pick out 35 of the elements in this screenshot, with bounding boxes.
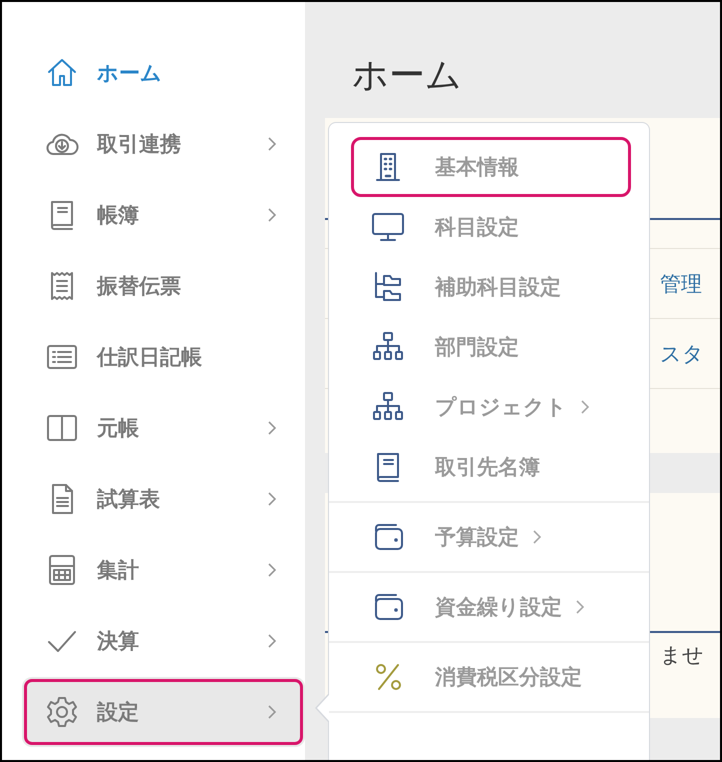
chevron-right-icon bbox=[268, 492, 277, 506]
sidebar-item[interactable]: 仕訳日記帳 bbox=[22, 322, 305, 392]
chevron-right-icon bbox=[268, 563, 277, 577]
chevron-right-icon bbox=[576, 600, 585, 614]
table-cell-text: 管理 bbox=[660, 270, 702, 298]
sidebar-item[interactable]: ホーム bbox=[22, 38, 305, 108]
menu-item[interactable]: プロジェクト bbox=[351, 377, 631, 437]
sidebar-item[interactable]: 元帳 bbox=[22, 393, 305, 463]
gear-icon bbox=[45, 695, 79, 729]
menu-item[interactable]: 消費税区分設定 bbox=[351, 647, 631, 707]
body-text: ませ bbox=[660, 642, 704, 669]
chevron-right-icon bbox=[268, 137, 277, 151]
menu-item[interactable]: 資金繰り設定 bbox=[351, 577, 631, 637]
table-cell-text: スタ bbox=[660, 340, 704, 368]
menu-item[interactable]: 部門設定 bbox=[351, 317, 631, 377]
sidebar-item[interactable]: 設定 bbox=[22, 677, 305, 747]
chevron-right-icon bbox=[268, 208, 277, 222]
chevron-right-icon bbox=[268, 421, 277, 435]
sidebar-item[interactable]: 決算 bbox=[22, 606, 305, 676]
chevron-right-icon bbox=[268, 705, 277, 719]
sidebar-item[interactable]: 集計 bbox=[22, 535, 305, 605]
page-title: ホーム bbox=[352, 54, 462, 98]
menu-item[interactable]: 科目設定 bbox=[351, 197, 631, 257]
menu-item[interactable]: 基本情報 bbox=[351, 137, 631, 197]
sidebar-item[interactable]: 試算表 bbox=[22, 464, 305, 534]
chevron-right-icon bbox=[581, 400, 590, 414]
sidebar-item[interactable]: 振替伝票 bbox=[22, 251, 305, 321]
chevron-right-icon bbox=[533, 530, 542, 544]
menu-item[interactable]: 補助科目設定 bbox=[351, 257, 631, 317]
menu-item[interactable]: 取引先名簿 bbox=[351, 437, 631, 497]
sidebar-item[interactable]: 帳簿 bbox=[22, 180, 305, 250]
monitor-icon bbox=[371, 210, 405, 244]
chevron-right-icon bbox=[268, 634, 277, 648]
menu-item[interactable]: 予算設定 bbox=[351, 507, 631, 567]
sidebar-item[interactable]: 取引連携 bbox=[22, 109, 305, 179]
